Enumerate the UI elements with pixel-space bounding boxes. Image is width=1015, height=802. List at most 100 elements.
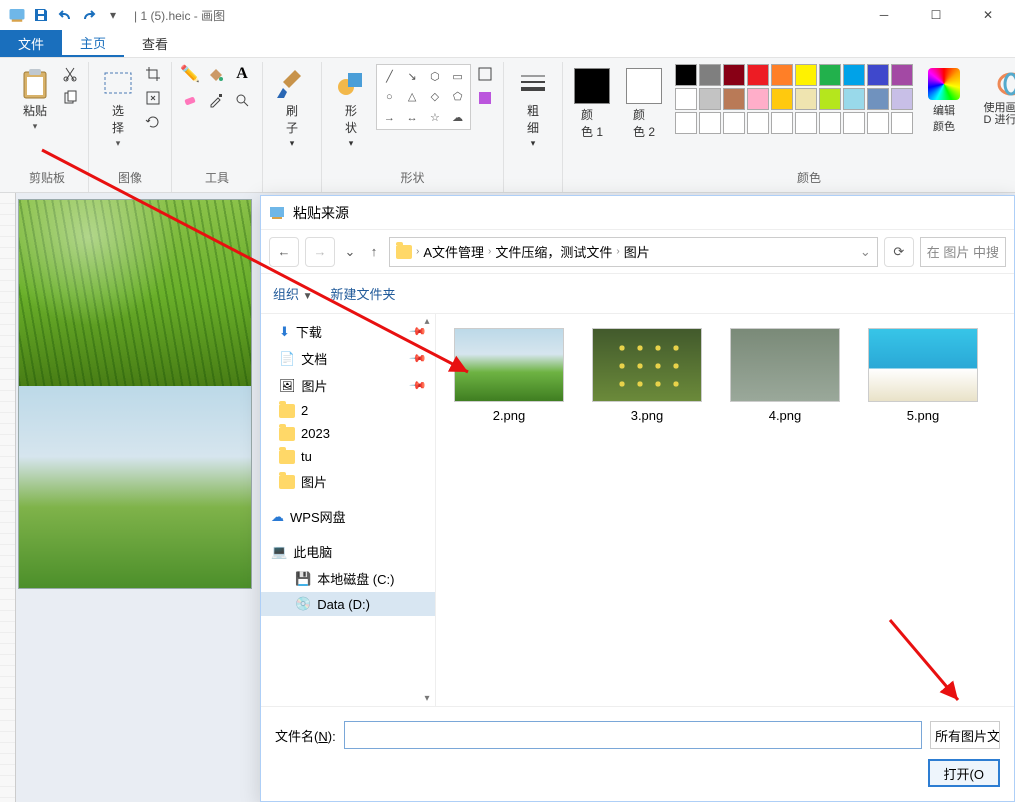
crumb-3[interactable]: 图片	[624, 242, 650, 261]
color-swatch[interactable]	[699, 64, 721, 86]
color-swatch[interactable]	[891, 112, 913, 134]
color-palette[interactable]	[675, 64, 913, 134]
back-button[interactable]: ←	[269, 237, 299, 267]
close-button[interactable]: ✕	[965, 0, 1011, 30]
color-swatch[interactable]	[843, 64, 865, 86]
color-swatch[interactable]	[723, 112, 745, 134]
shapes-gallery[interactable]: ╱↘⬡▭ ○△◇⬠ →↔☆☁	[376, 64, 471, 130]
thickness-button[interactable]: 粗 细 ▾	[512, 64, 554, 153]
color-swatch[interactable]	[675, 64, 697, 86]
color-swatch[interactable]	[867, 112, 889, 134]
open-button[interactable]: 打开(O	[928, 759, 1000, 787]
color-swatch[interactable]	[891, 88, 913, 110]
color-swatch[interactable]	[747, 88, 769, 110]
breadcrumb[interactable]: › A文件管理 › 文件压缩，测试文件 › 图片 ⌄	[389, 237, 878, 267]
brush-button[interactable]: 刷 子 ▾	[271, 64, 313, 153]
color-swatch[interactable]	[795, 64, 817, 86]
tree-thispc[interactable]: 💻此电脑	[261, 538, 435, 565]
folder-tree[interactable]: ▴ ⬇下载📌 📄文档📌 🖼图片📌 2 2023 tu 图片 ☁WPS网盘 💻此电…	[261, 314, 436, 706]
color-swatch[interactable]	[723, 88, 745, 110]
pencil-tool[interactable]: ✏️	[180, 64, 200, 84]
recent-button[interactable]: ⌄	[341, 237, 359, 267]
color-swatch[interactable]	[795, 112, 817, 134]
organize-button[interactable]: 组织 ▼	[273, 284, 313, 303]
tree-folder-2023[interactable]: 2023	[261, 422, 435, 445]
color-swatch[interactable]	[867, 64, 889, 86]
rotate-button[interactable]	[143, 112, 163, 132]
crop-button[interactable]	[143, 64, 163, 84]
refresh-button[interactable]: ⟳	[884, 237, 914, 267]
resize-button[interactable]	[143, 88, 163, 108]
minimize-button[interactable]: ─	[861, 0, 907, 30]
scroll-up-icon[interactable]: ▴	[421, 316, 433, 327]
color-swatch[interactable]	[891, 64, 913, 86]
file-item[interactable]: 2.png	[454, 328, 564, 423]
color-swatch[interactable]	[819, 64, 841, 86]
picker-tool[interactable]	[206, 90, 226, 110]
crumb-2[interactable]: 文件压缩，测试文件	[495, 242, 612, 261]
color-swatch[interactable]	[819, 112, 841, 134]
undo-button[interactable]	[54, 4, 76, 26]
tab-home[interactable]: 主页	[62, 30, 124, 57]
file-item[interactable]: 4.png	[730, 328, 840, 423]
color2-button[interactable]: 颜 色 2	[623, 64, 665, 144]
maximize-button[interactable]: ☐	[913, 0, 959, 30]
tree-pictures[interactable]: 🖼图片📌	[261, 372, 435, 399]
canvas[interactable]	[18, 199, 252, 589]
file-item[interactable]: 3.png	[592, 328, 702, 423]
color-swatch[interactable]	[699, 88, 721, 110]
fill-tool[interactable]	[206, 64, 226, 84]
crumb-1[interactable]: A文件管理	[423, 242, 484, 261]
qat-customize[interactable]: ▾	[102, 4, 124, 26]
file-item[interactable]: 5.png	[868, 328, 978, 423]
magnifier-tool[interactable]	[232, 90, 252, 110]
save-button[interactable]	[30, 4, 52, 26]
color-swatch[interactable]	[699, 112, 721, 134]
chevron-down-icon[interactable]: ⌄	[860, 244, 871, 260]
search-input[interactable]: 在 图片 中搜	[920, 237, 1006, 267]
color-swatch[interactable]	[675, 88, 697, 110]
paint3d-button[interactable]: 使用画图 3 D 进行编辑	[975, 64, 1015, 130]
tree-ddrive[interactable]: 💿Data (D:)	[261, 592, 435, 616]
color1-button[interactable]: 颜 色 1	[571, 64, 613, 144]
color-swatch[interactable]	[771, 112, 793, 134]
tree-cdrive[interactable]: 💾本地磁盘 (C:)	[261, 565, 435, 592]
fill-style-button[interactable]	[475, 88, 495, 108]
color-swatch[interactable]	[867, 88, 889, 110]
color-swatch[interactable]	[795, 88, 817, 110]
scroll-down-icon[interactable]: ▾	[421, 693, 433, 704]
eraser-tool[interactable]	[180, 90, 200, 110]
color-swatch[interactable]	[771, 88, 793, 110]
color-swatch[interactable]	[771, 64, 793, 86]
edit-colors-button[interactable]: 编辑 颜色	[923, 64, 965, 138]
tree-wps[interactable]: ☁WPS网盘	[261, 503, 435, 530]
color-swatch[interactable]	[723, 64, 745, 86]
tree-downloads[interactable]: ⬇下载📌	[261, 318, 435, 345]
select-button[interactable]: 选 择 ▾	[97, 64, 139, 153]
tab-file[interactable]: 文件	[0, 30, 62, 57]
tree-folder-2[interactable]: 2	[261, 399, 435, 422]
filename-input[interactable]	[344, 721, 922, 749]
color-swatch[interactable]	[747, 64, 769, 86]
shapes-button[interactable]: 形 状 ▾	[330, 64, 372, 153]
newfolder-button[interactable]: 新建文件夹	[331, 284, 396, 303]
color-swatch[interactable]	[843, 88, 865, 110]
tab-view[interactable]: 查看	[124, 30, 186, 57]
copy-button[interactable]	[60, 88, 80, 108]
filetype-select[interactable]: 所有图片文	[930, 721, 1000, 749]
forward-button[interactable]: →	[305, 237, 335, 267]
cut-button[interactable]	[60, 64, 80, 84]
file-grid: 2.png 3.png 4.png 5.png	[436, 314, 1014, 706]
tree-documents[interactable]: 📄文档📌	[261, 345, 435, 372]
color-swatch[interactable]	[675, 112, 697, 134]
tree-folder-tu[interactable]: tu	[261, 445, 435, 468]
redo-button[interactable]	[78, 4, 100, 26]
tree-folder-pic[interactable]: 图片	[261, 468, 435, 495]
outline-button[interactable]	[475, 64, 495, 84]
color-swatch[interactable]	[843, 112, 865, 134]
up-button[interactable]: ↑	[365, 237, 383, 267]
color-swatch[interactable]	[819, 88, 841, 110]
color-swatch[interactable]	[747, 112, 769, 134]
paste-button[interactable]: 粘贴 ▾	[14, 64, 56, 136]
text-tool[interactable]: A	[232, 64, 252, 84]
